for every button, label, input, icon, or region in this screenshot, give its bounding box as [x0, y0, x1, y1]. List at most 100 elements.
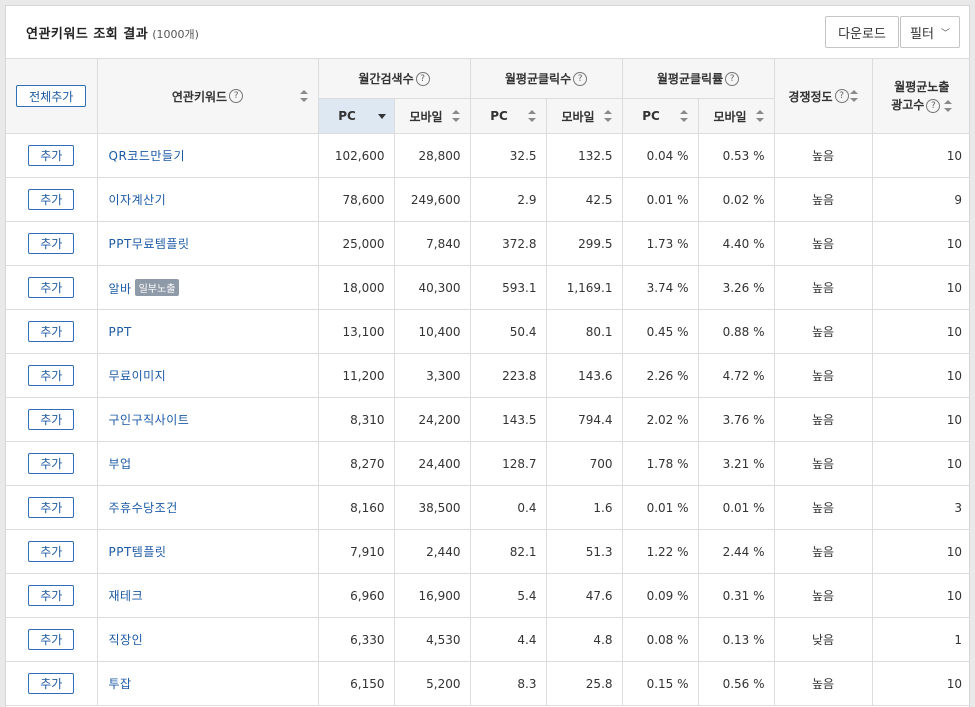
- search-pc-cell: 13,100: [317, 309, 395, 354]
- keyword-link[interactable]: 알바: [109, 282, 132, 296]
- avg-ads-cell: 10: [871, 221, 969, 266]
- add-keyword-button[interactable]: 추가: [28, 541, 75, 562]
- keyword-link[interactable]: 재테크: [109, 589, 144, 603]
- header-search-mobile[interactable]: 모바일: [393, 98, 471, 134]
- header-avg-ads-line2: 광고수: [891, 98, 925, 112]
- keyword-link[interactable]: PPT: [109, 325, 132, 339]
- header-keyword[interactable]: 연관키워드?: [96, 58, 319, 134]
- header-competition[interactable]: 경쟁정도?: [773, 58, 873, 134]
- sort-icon[interactable]: [527, 110, 536, 122]
- header-avg-ads-label: 월평균노출 광고수?: [891, 78, 953, 114]
- sort-icon[interactable]: [299, 90, 308, 102]
- keyword-cell: 주휴수당조건: [96, 485, 319, 530]
- clicks-pc-cell: 372.8: [469, 221, 547, 266]
- search-mobile-cell: 16,900: [393, 573, 471, 618]
- keyword-cell: 투잡: [96, 661, 319, 706]
- header-ctr-pc[interactable]: PC: [621, 98, 699, 134]
- help-icon[interactable]: ?: [926, 98, 941, 113]
- add-keyword-button[interactable]: 추가: [28, 277, 75, 298]
- clicks-pc-cell: 4.4: [469, 617, 547, 662]
- competition-cell: 높음: [773, 221, 873, 266]
- add-keyword-button[interactable]: 추가: [28, 409, 75, 430]
- keyword-cell: PPT: [96, 309, 319, 354]
- ctr-pc-cell: 0.04 %: [621, 133, 699, 178]
- ctr-pc-cell: 1.22 %: [621, 529, 699, 574]
- ctr-pc-cell: 0.08 %: [621, 617, 699, 662]
- ctr-mobile-cell: 4.40 %: [697, 221, 775, 266]
- ctr-pc-cell: 3.74 %: [621, 265, 699, 310]
- add-keyword-button[interactable]: 추가: [28, 145, 75, 166]
- ctr-mobile-cell: 3.26 %: [697, 265, 775, 310]
- keyword-cell: QR코드만들기: [96, 133, 319, 178]
- clicks-pc-cell: 128.7: [469, 441, 547, 486]
- add-all-button[interactable]: 전체추가: [16, 85, 87, 107]
- competition-cell: 낮음: [773, 617, 873, 662]
- keyword-link[interactable]: 이자계산기: [109, 193, 167, 207]
- clicks-mobile-cell: 132.5: [545, 133, 623, 178]
- add-keyword-button[interactable]: 추가: [28, 453, 75, 474]
- keyword-table-body: 추가 QR코드만들기 102,600 28,800 32.5 132.5 0.0…: [6, 133, 969, 706]
- add-keyword-button[interactable]: 추가: [28, 189, 75, 210]
- header-clicks-mobile[interactable]: 모바일: [545, 98, 623, 134]
- add-keyword-button[interactable]: 추가: [28, 365, 75, 386]
- header-search-pc[interactable]: PC: [318, 98, 395, 134]
- keyword-link[interactable]: PPT무료템플릿: [109, 237, 190, 251]
- header-ctr-mobile[interactable]: 모바일: [697, 98, 775, 134]
- sort-icon[interactable]: [679, 110, 688, 122]
- sort-icon[interactable]: [849, 90, 858, 102]
- help-icon[interactable]: ?: [573, 71, 588, 86]
- partial-exposure-badge: 일부노출: [134, 278, 180, 296]
- header-search-pc-label: PC: [338, 109, 356, 124]
- clicks-mobile-cell: 42.5: [545, 177, 623, 222]
- clicks-pc-cell: 32.5: [469, 133, 547, 178]
- clicks-pc-cell: 50.4: [469, 309, 547, 354]
- keyword-link[interactable]: 주휴수당조건: [109, 501, 178, 515]
- sort-icon[interactable]: [451, 110, 460, 122]
- sort-icon[interactable]: [944, 99, 953, 112]
- sort-desc-icon[interactable]: [377, 110, 386, 122]
- sort-icon[interactable]: [603, 110, 612, 122]
- search-pc-cell: 102,600: [317, 133, 395, 178]
- filter-button[interactable]: 필터 ﹀: [900, 16, 960, 48]
- help-icon[interactable]: ?: [415, 71, 430, 86]
- table-row: 추가 주휴수당조건 8,160 38,500 0.4 1.6 0.01 % 0.…: [6, 485, 969, 530]
- results-title: 연관키워드 조회 결과 (1000개): [26, 23, 199, 42]
- competition-cell: 높음: [773, 529, 873, 574]
- download-button[interactable]: 다운로드: [825, 16, 899, 48]
- clicks-mobile-cell: 80.1: [545, 309, 623, 354]
- clicks-mobile-cell: 1,169.1: [545, 265, 623, 310]
- clicks-mobile-cell: 700: [545, 441, 623, 486]
- header-clicks-mobile-label: 모바일: [561, 109, 595, 124]
- help-icon[interactable]: ?: [834, 89, 849, 103]
- header-monthly-clicks-label: 월평균클릭수: [504, 72, 572, 86]
- clicks-mobile-cell: 143.6: [545, 353, 623, 398]
- keyword-link[interactable]: 무료이미지: [109, 369, 167, 383]
- clicks-mobile-cell: 25.8: [545, 661, 623, 706]
- keyword-link[interactable]: QR코드만들기: [109, 149, 185, 163]
- sort-icon[interactable]: [755, 110, 764, 122]
- keyword-cell: 알바 일부노출: [96, 265, 319, 310]
- keyword-cell: PPT템플릿: [96, 529, 319, 574]
- help-icon[interactable]: ?: [229, 89, 244, 103]
- keyword-link[interactable]: PPT템플릿: [109, 545, 167, 559]
- avg-ads-cell: 10: [871, 265, 969, 310]
- keyword-link[interactable]: 투잡: [109, 677, 132, 691]
- avg-ads-cell: 10: [871, 353, 969, 398]
- header-avg-ads[interactable]: 월평균노출 광고수?: [871, 58, 969, 134]
- help-icon[interactable]: ?: [725, 71, 740, 86]
- ctr-mobile-cell: 0.01 %: [697, 485, 775, 530]
- header-clicks-pc[interactable]: PC: [469, 98, 547, 134]
- add-keyword-button[interactable]: 추가: [28, 233, 75, 254]
- clicks-pc-cell: 593.1: [469, 265, 547, 310]
- add-keyword-button[interactable]: 추가: [28, 673, 75, 694]
- search-mobile-cell: 7,840: [393, 221, 471, 266]
- keyword-link[interactable]: 직장인: [109, 633, 144, 647]
- ctr-mobile-cell: 0.31 %: [697, 573, 775, 618]
- clicks-pc-cell: 82.1: [469, 529, 547, 574]
- add-keyword-button[interactable]: 추가: [28, 497, 75, 518]
- keyword-link[interactable]: 구인구직사이트: [109, 413, 190, 427]
- add-keyword-button[interactable]: 추가: [28, 321, 75, 342]
- add-keyword-button[interactable]: 추가: [28, 585, 75, 606]
- add-keyword-button[interactable]: 추가: [28, 629, 75, 650]
- keyword-link[interactable]: 부업: [109, 457, 132, 471]
